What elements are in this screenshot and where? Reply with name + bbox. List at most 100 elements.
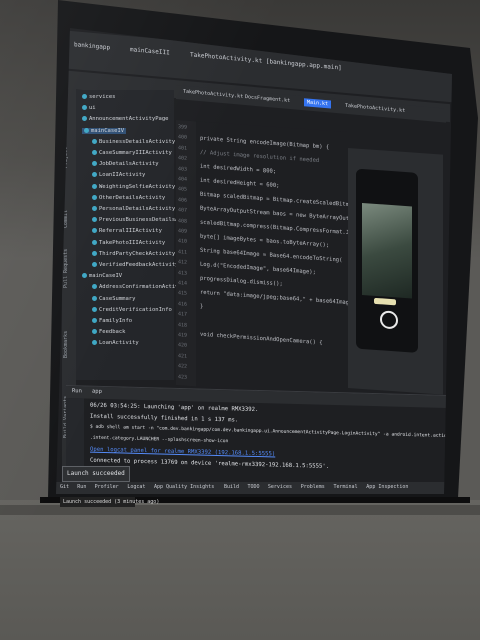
tree-item-label: services <box>89 94 116 100</box>
line-number: 401 <box>178 144 188 152</box>
project-tree: services ui AnnouncementActivityPage mainCa… <box>76 90 202 380</box>
line-number: 419 <box>178 332 188 339</box>
tree-item[interactable]: mainCaseIV <box>82 273 122 279</box>
code-line[interactable]: Bitmap scaledBitmap = Bitmap.createScale… <box>200 192 359 209</box>
tree-item[interactable]: PersonalDetailsActivity <box>92 206 175 212</box>
tree-item-label: CaseSummary <box>99 295 136 302</box>
class-icon <box>82 105 87 111</box>
class-icon <box>82 94 87 99</box>
line-number: 402 <box>178 155 188 162</box>
tree-item-label: LoanIIActivity <box>99 172 146 179</box>
code-line[interactable]: return "data:image/jpeg;base64," + base6… <box>200 290 356 307</box>
class-icon <box>92 217 97 223</box>
project-name: bankingapp <box>74 41 111 52</box>
line-number: 423 <box>178 373 188 381</box>
line-number: 421 <box>178 352 188 360</box>
tool-button[interactable]: App Quality Insights <box>154 484 214 490</box>
line-number: 408 <box>178 217 188 225</box>
tool-bookmarks[interactable]: Bookmarks <box>63 331 69 358</box>
code-line[interactable]: int desiredWidth = 800; <box>200 164 276 175</box>
tree-item[interactable]: TakePhotoIIIActivity <box>92 239 165 246</box>
tree-item[interactable]: AnnouncementActivityPage <box>82 116 168 122</box>
tool-button[interactable]: Git <box>60 484 69 490</box>
code-line[interactable]: private String encodeImage(Bitmap bm) { <box>200 136 329 151</box>
class-icon <box>92 228 97 234</box>
tree-item[interactable]: services <box>82 94 116 100</box>
tree-item[interactable]: WeightingSelfieActivity <box>92 183 176 190</box>
tab-2[interactable]: DocsFragment.kt <box>242 93 293 105</box>
log-line: .intent.category.LAUNCHER --splashscreen… <box>90 435 229 445</box>
tree-item[interactable]: LoanActivity <box>92 340 139 346</box>
tool-button[interactable]: Profiler <box>95 484 119 490</box>
tree-item[interactable]: VerifiedFeedbackActivity <box>92 262 178 268</box>
tree-item[interactable]: OtherDetailsActivity <box>92 194 166 201</box>
code-line[interactable]: } <box>200 304 203 310</box>
branch-name[interactable]: mainCaseIII <box>130 46 170 56</box>
tree-item-label: VerifiedFeedbackActivity <box>99 262 179 268</box>
code-line[interactable]: void checkPermissionAndOpenCamera() { <box>200 332 323 347</box>
tree-item[interactable]: ui <box>82 105 96 111</box>
code-line[interactable]: progressDialog.dismiss(); <box>200 276 283 288</box>
tree-item[interactable]: ThirdPartyCheckActivity <box>92 250 175 257</box>
tool-button[interactable]: TODO <box>248 484 260 490</box>
phone-frame <box>356 168 418 353</box>
tree-item[interactable]: LoanIIActivity <box>92 172 145 178</box>
tree-item[interactable]: ReferralIIIActivity <box>92 228 162 234</box>
tree-item-label: Feedback <box>99 329 126 336</box>
line-number: 413 <box>178 269 188 277</box>
code-line[interactable]: String base64Image = Base64.encodeToStri… <box>200 248 342 264</box>
class-icon <box>82 273 87 279</box>
line-number: 417 <box>178 311 188 318</box>
code-line[interactable]: Log.d("EncodedImage", base64Image); <box>200 262 316 276</box>
class-icon <box>92 183 97 189</box>
line-gutter: 399 400 401 402 403 404 405 406 407 408 409 410 411 4… <box>176 120 196 387</box>
table-surface <box>0 500 480 640</box>
line-number: 412 <box>178 259 188 266</box>
class-icon <box>92 172 97 178</box>
class-icon <box>84 127 89 133</box>
tab-4[interactable]: TakePhotoActivity.kt <box>342 102 408 116</box>
tree-item[interactable]: CaseSummaryIIIActivity <box>92 150 172 156</box>
tree-item[interactable]: Feedback <box>92 329 126 335</box>
tree-item[interactable]: mainCaseIV <box>82 127 127 134</box>
line-number: 407 <box>178 207 188 214</box>
tree-item-label: OtherDetailsActivity <box>99 194 166 201</box>
tool-pull-requests[interactable]: Pull Requests <box>63 249 69 288</box>
tree-item-label: WeightingSelfieActivity <box>99 183 176 190</box>
tool-button[interactable]: Logcat <box>127 484 145 490</box>
tab-3[interactable]: Main.kt <box>304 98 332 109</box>
class-icon <box>92 340 97 346</box>
tree-item[interactable]: BusinessDetailsActivity <box>92 138 176 145</box>
tree-item[interactable]: CaseSummary <box>92 295 136 302</box>
tree-item[interactable]: FamilyInfo <box>92 318 132 324</box>
log-line: 06/26 03:54:25: Launching 'app' on realm… <box>90 402 259 414</box>
tree-item[interactable]: AddressConfirmationActivity <box>92 284 188 290</box>
shutter-button[interactable] <box>380 310 398 330</box>
tree-item[interactable]: CreditVerificationInfo <box>92 306 172 313</box>
camera-view <box>362 202 412 299</box>
code-line[interactable]: int desiredHeight = 600; <box>200 178 279 190</box>
tab-1[interactable]: TakePhotoActivity.kt <box>180 87 246 101</box>
class-icon <box>92 295 97 301</box>
code-line[interactable]: // Adjust image resolution if needed <box>200 150 319 164</box>
tool-button[interactable]: Problems <box>301 484 325 490</box>
run-tab[interactable]: Run <box>72 388 82 394</box>
logcat-link[interactable]: Open logcat panel for realme RMX3392 (19… <box>90 447 275 458</box>
tool-button[interactable]: App Inspection <box>366 484 408 490</box>
tool-button[interactable]: Build <box>224 484 239 490</box>
code-editor[interactable]: 399 400 401 402 403 404 405 406 407 408 409 410 411 4… <box>176 120 399 398</box>
run-config[interactable]: app <box>92 389 102 395</box>
line-number: 403 <box>178 165 188 173</box>
class-icon <box>92 329 97 335</box>
tool-button[interactable]: Run <box>77 484 86 490</box>
tool-button[interactable]: Terminal <box>334 484 358 490</box>
tree-item-label: ui <box>89 105 96 112</box>
tree-item-label: BusinessDetailsActivity <box>99 138 176 145</box>
tool-button[interactable]: Services <box>268 484 292 490</box>
code-line[interactable]: byte[] imageBytes = baos.toByteArray(); <box>200 234 329 249</box>
class-icon <box>92 239 97 245</box>
tree-item-label: AddressConfirmationActivity <box>99 284 189 291</box>
class-icon <box>82 116 87 122</box>
launch-toast: Launch succeeded <box>62 466 130 482</box>
tree-item[interactable]: JobDetailsActivity <box>92 161 159 167</box>
